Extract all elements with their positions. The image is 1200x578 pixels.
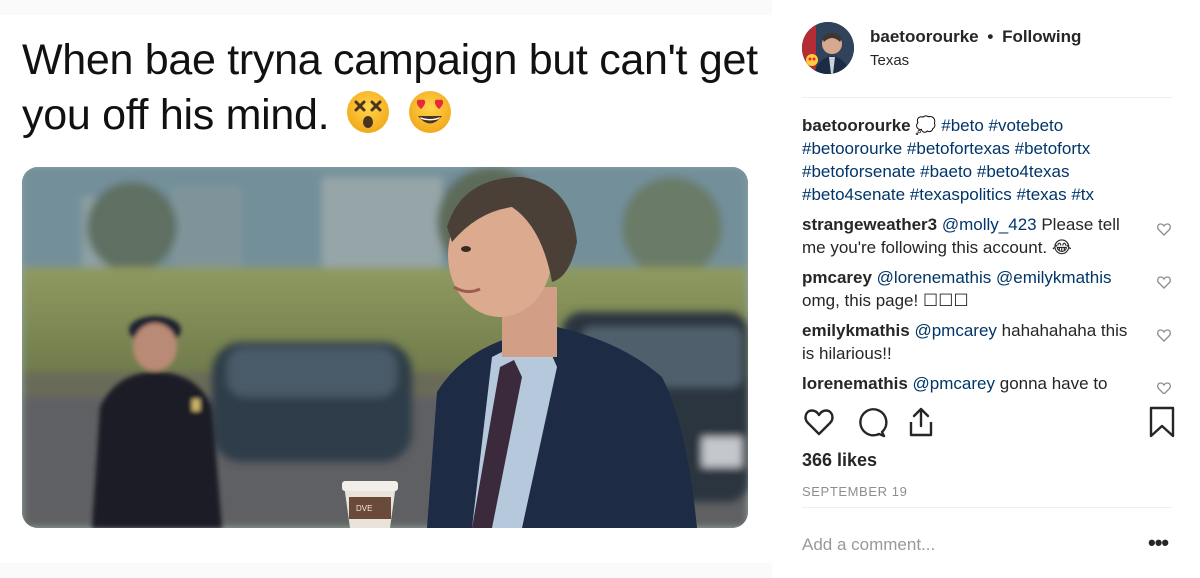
author-username[interactable]: baetoorourke [870, 27, 979, 46]
following-button[interactable]: Following [1002, 27, 1081, 46]
avatar[interactable] [802, 22, 854, 74]
add-comment-input[interactable] [802, 532, 1132, 558]
svg-text:DVE: DVE [356, 504, 372, 513]
post-actions [802, 405, 1175, 441]
divider [802, 507, 1172, 508]
comment-text: omg, this page! ☐☐☐ [802, 291, 969, 310]
separator-dot: • [987, 27, 994, 46]
share-icon[interactable] [904, 405, 938, 439]
comment-mention[interactable]: @lorenemathis @emilykmathis [877, 268, 1112, 287]
caption-comment: baetoorourke 💭 #beto #votebeto #betoorou… [802, 114, 1172, 206]
comment-username[interactable]: emilykmathis [802, 321, 910, 340]
list-item: strangeweather3 @molly_423 Please tell m… [802, 213, 1172, 259]
post-date: SEPTEMBER 19 [802, 484, 908, 499]
post-photo: DVE [22, 167, 748, 528]
comment-mention[interactable]: @molly_423 [942, 215, 1037, 234]
list-item: emilykmathis @pmcarey hahahahaha this is… [802, 319, 1172, 365]
comment-like-heart-icon[interactable] [1156, 274, 1172, 290]
comment-mention[interactable]: @pmcarey [913, 374, 995, 393]
dizzy-face-emoji [346, 91, 389, 133]
bookmark-icon[interactable] [1145, 405, 1179, 439]
comment-username[interactable]: baetoorourke [802, 116, 911, 135]
comment-like-heart-icon[interactable] [1156, 380, 1172, 394]
comment-username[interactable]: strangeweather3 [802, 215, 937, 234]
photo-illustration: DVE [22, 167, 748, 528]
list-item: lorenemathis @pmcarey gonna have to [802, 372, 1172, 394]
avatar-image [802, 22, 854, 74]
list-item: pmcarey @lorenemathis @emilykmathis omg,… [802, 266, 1172, 312]
comment-like-heart-icon[interactable] [1156, 327, 1172, 343]
more-options-icon[interactable]: ••• [1148, 530, 1178, 556]
post-media: When bae tryna campaign but can't get yo… [0, 15, 772, 563]
meme-caption: When bae tryna campaign but can't get yo… [22, 33, 762, 143]
comment-text: gonna have to [999, 374, 1108, 393]
post-media-panel: When bae tryna campaign but can't get yo… [0, 0, 772, 578]
likes-count[interactable]: 366 likes [802, 450, 877, 471]
post-author: baetoorourke • Following [870, 27, 1081, 47]
comment-icon[interactable] [854, 405, 888, 439]
comment-mention[interactable]: @pmcarey [914, 321, 996, 340]
heart-eyes-emoji [408, 91, 451, 133]
post-details-panel: baetoorourke • Following Texas baetoorou… [772, 0, 1200, 578]
comment-username[interactable]: lorenemathis [802, 374, 908, 393]
heart-icon[interactable] [802, 405, 836, 439]
comment-like-heart-icon[interactable] [1156, 221, 1172, 237]
post-header: baetoorourke • Following Texas [802, 20, 1172, 98]
comment-username[interactable]: pmcarey [802, 268, 872, 287]
comments-list[interactable]: baetoorourke 💭 #beto #votebeto #betoorou… [802, 114, 1172, 394]
post-location[interactable]: Texas [870, 52, 909, 69]
